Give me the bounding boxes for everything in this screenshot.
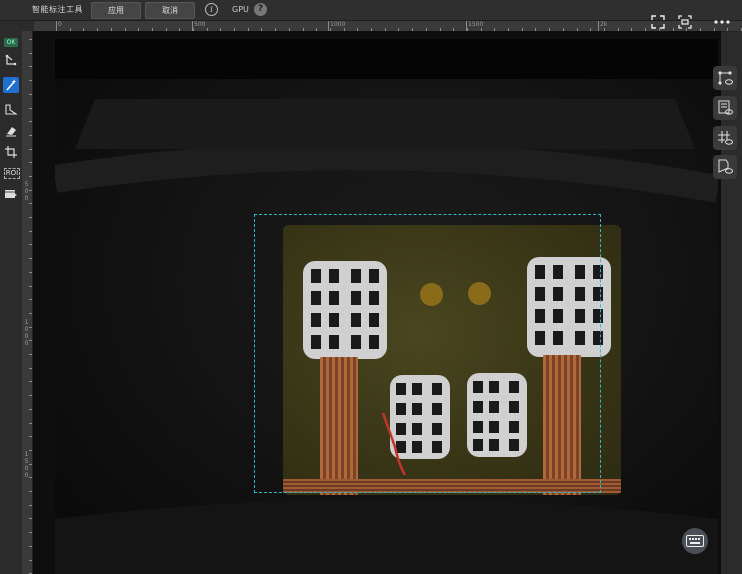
ruler-tick <box>29 299 32 300</box>
fit-screen-icon[interactable] <box>675 12 695 32</box>
show-points-icon[interactable] <box>713 66 737 90</box>
ruler-tick <box>29 560 32 561</box>
ruler-label: 2k <box>600 21 608 28</box>
ruler-major-tick <box>598 21 599 31</box>
apply-button[interactable]: 应用 <box>91 2 141 19</box>
roi-tool[interactable]: ROI <box>3 165 21 181</box>
ruler-tick <box>29 409 32 410</box>
ruler-tick <box>29 94 32 95</box>
ruler-vertical: 5 0 0 1 0 0 0 1 5 0 0 <box>22 31 33 574</box>
ruler-tick <box>29 203 32 204</box>
ruler-tick <box>29 505 32 506</box>
ruler-tick <box>29 286 32 287</box>
ruler-label: 1 5 0 0 <box>24 451 29 479</box>
ruler-label: 1 0 0 0 <box>24 319 29 347</box>
ruler-label: 5 0 0 <box>24 181 29 202</box>
ruler-tick <box>29 272 32 273</box>
ruler-tick <box>29 532 32 533</box>
show-labels-icon[interactable] <box>713 96 737 120</box>
roi-tool-label: ROI <box>3 167 21 179</box>
top-toolbar: 智能标注工具 应用 取消 i GPU ? <box>0 0 742 21</box>
selection-box[interactable] <box>254 214 601 493</box>
more-options-icon[interactable] <box>712 12 732 32</box>
ruler-label: 0 <box>58 21 62 28</box>
ruler-tick <box>29 217 32 218</box>
ruler-tick <box>29 66 32 67</box>
ruler-label: 1000 <box>330 21 346 28</box>
ruler-tick <box>29 121 32 122</box>
magic-wand-tool-icon[interactable] <box>3 77 19 93</box>
brush-tool-icon[interactable] <box>3 101 19 117</box>
ruler-label: 500 <box>194 21 206 28</box>
ruler-tick <box>29 436 32 437</box>
ruler-tick <box>29 53 32 54</box>
show-mask-icon[interactable] <box>713 155 737 179</box>
video-tool-icon[interactable] <box>3 186 19 202</box>
ruler-major-tick <box>192 21 193 31</box>
app-title: 智能标注工具 <box>32 5 83 14</box>
ruler-tick <box>29 231 32 232</box>
ruler-tick <box>29 162 32 163</box>
ruler-tick <box>29 354 32 355</box>
ruler-tick <box>29 313 32 314</box>
help-icon[interactable]: ? <box>254 3 267 16</box>
ruler-tick <box>29 518 32 519</box>
image-canvas[interactable] <box>33 31 721 574</box>
keyboard-shortcuts-icon[interactable] <box>682 528 708 554</box>
fullscreen-icon[interactable] <box>648 12 668 32</box>
ruler-tick <box>29 108 32 109</box>
polygon-tool-icon[interactable] <box>3 53 19 69</box>
ruler-tick <box>29 368 32 369</box>
ruler-major-tick <box>56 21 57 31</box>
ruler-tick <box>29 491 32 492</box>
ruler-tick <box>29 135 32 136</box>
right-edge-strip <box>737 31 742 574</box>
ruler-tick <box>29 80 32 81</box>
ruler-tick <box>29 176 32 177</box>
left-toolbar: OK ROI <box>0 31 22 574</box>
info-icon[interactable]: i <box>205 3 218 16</box>
ruler-tick <box>29 381 32 382</box>
ruler-tick <box>29 39 32 40</box>
eraser-tool-icon[interactable] <box>3 123 19 139</box>
ruler-tick <box>29 546 32 547</box>
crop-tool-icon[interactable] <box>3 144 19 160</box>
ruler-tick <box>29 149 32 150</box>
show-grid-icon[interactable] <box>713 126 737 150</box>
ruler-tick <box>29 244 32 245</box>
ruler-tick <box>29 423 32 424</box>
ruler-major-tick <box>466 21 467 31</box>
ruler-label: 1500 <box>468 21 484 28</box>
ruler-tick <box>29 395 32 396</box>
ruler-tick <box>29 258 32 259</box>
ok-badge: OK <box>4 38 18 47</box>
cancel-button[interactable]: 取消 <box>145 2 195 19</box>
ruler-major-tick <box>328 21 329 31</box>
gpu-label: GPU <box>232 5 249 14</box>
